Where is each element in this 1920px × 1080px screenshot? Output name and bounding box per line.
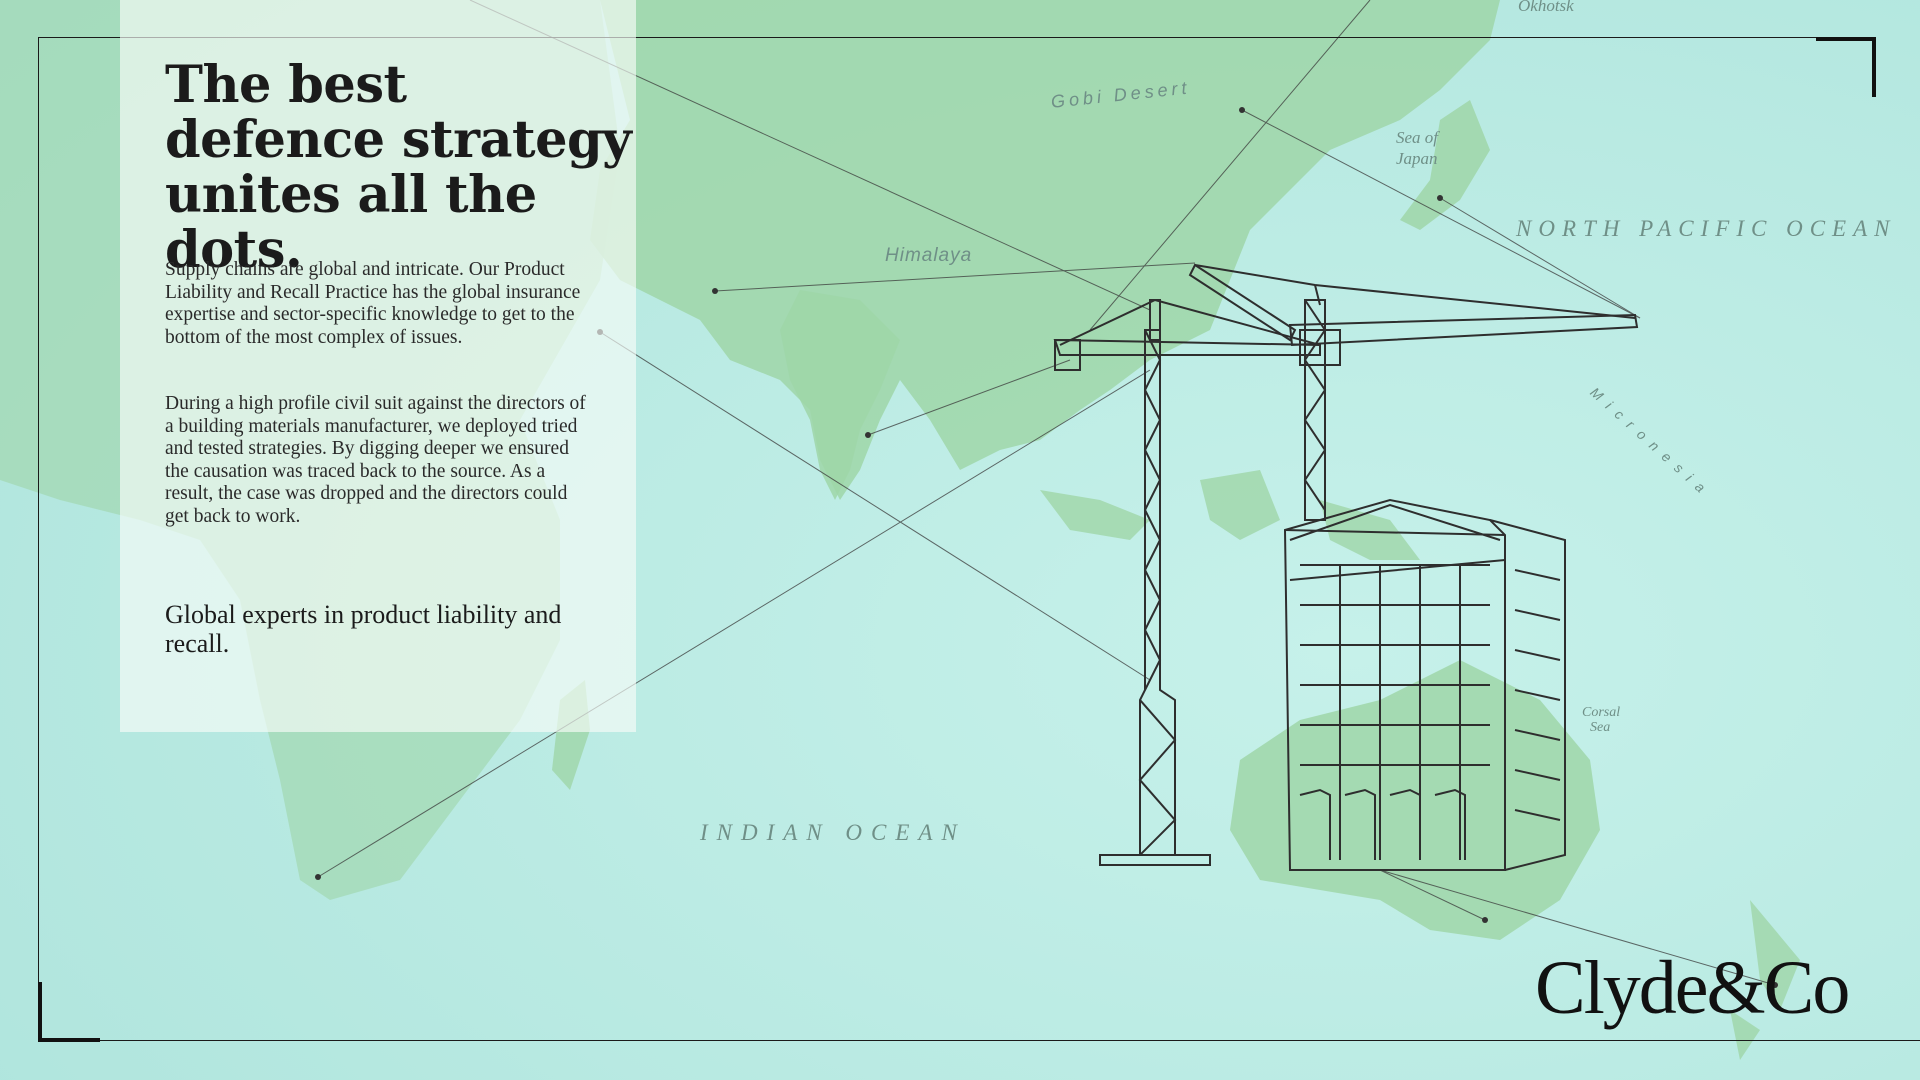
body-paragraph-2: During a high profile civil suit against… [165, 393, 586, 527]
map-label-okhotsk: Okhotsk [1518, 0, 1574, 15]
map-label-north-pacific-ocean: NORTH PACIFIC OCEAN [1516, 216, 1897, 241]
tagline: Global experts in product liability and … [165, 600, 562, 658]
map-label-sea-of-japan-line1: Sea of [1396, 128, 1439, 147]
headline: The best defence strategy unites all the… [165, 55, 632, 280]
frame-left-line [38, 37, 39, 1041]
frame-corner-top-right [1816, 37, 1876, 97]
frame-bottom-line [38, 1040, 1920, 1041]
map-label-sea-of-japan-line2: Japan [1396, 149, 1438, 168]
clyde-and-co-logo: Clyde&Co [1535, 946, 1850, 1030]
frame-corner-bottom-left [38, 982, 100, 1042]
map-label-himalaya: Himalaya [885, 245, 973, 266]
body-paragraph-1: Supply chains are global and intricate. … [165, 259, 581, 348]
map-label-coral-sea-line1: Corsal [1582, 705, 1621, 720]
map-label-coral-sea-line2: Sea [1590, 720, 1611, 735]
map-label-indian-ocean: INDIAN OCEAN [700, 820, 966, 845]
